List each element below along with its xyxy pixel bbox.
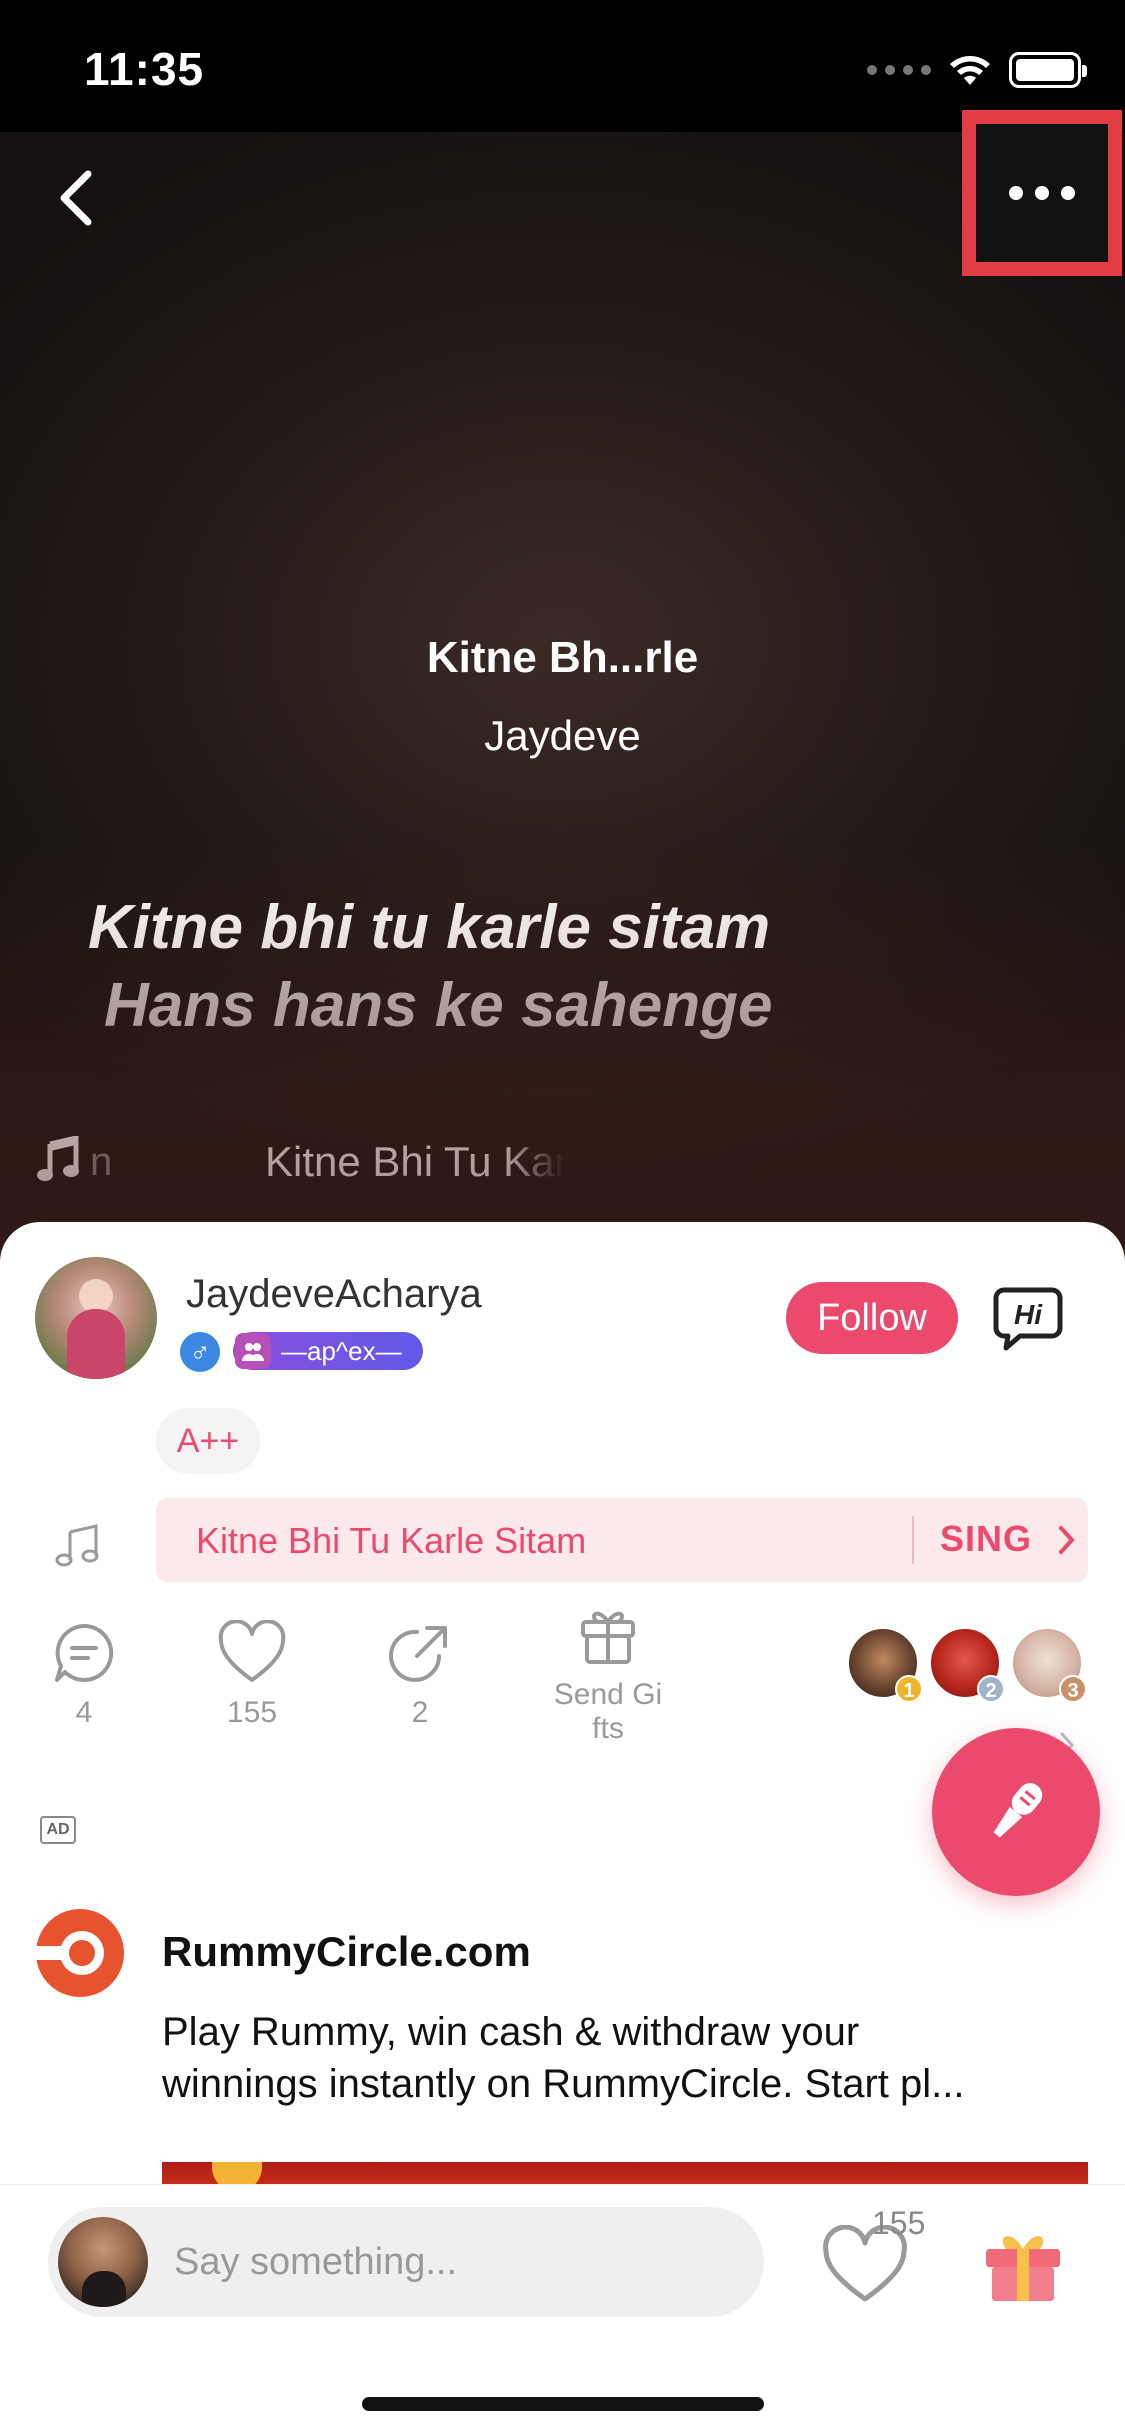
share-icon [389, 1626, 447, 1682]
gender-male-icon: ♂ [180, 1332, 220, 1372]
fan-rank-badge: 2 [977, 1675, 1005, 1703]
scrolling-song-name-tail: n [90, 1140, 113, 1184]
fan-rank-badge: 1 [895, 1675, 923, 1703]
player-area[interactable]: 11:35 Kitne Bh...rle Jaydeve Kitne bhi t… [0, 0, 1125, 1260]
bottom-bar: Say something... 155 [0, 2184, 1125, 2436]
lyric-current-line: Kitne bhi tu karle sitam [88, 893, 771, 962]
rummycircle-logo[interactable] [35, 1908, 125, 1998]
comment-placeholder: Say something... [174, 2241, 458, 2283]
family-name: —ap^ex— [281, 1336, 402, 1366]
ad-text-line: winnings instantly on RummyCircle. Start… [162, 2062, 965, 2106]
song-bar-title: Kitne Bhi Tu Karle Sitam [196, 1520, 587, 1561]
song-title: Kitne Bh...rle [426, 633, 699, 682]
wifi-icon [950, 56, 990, 85]
song-bar-divider [912, 1516, 914, 1564]
send-gifts-action[interactable]: Send Gi fts [548, 1602, 668, 1746]
shares-count: 2 [411, 1696, 429, 1729]
back-icon[interactable] [48, 160, 108, 236]
comments-count: 4 [75, 1696, 93, 1729]
song-sing-bar[interactable]: Kitne Bhi Tu Karle Sitam SING [156, 1498, 1088, 1582]
home-indicator [362, 2397, 764, 2411]
family-group-icon [235, 1333, 271, 1369]
fan-avatar: 3 [1010, 1626, 1087, 1703]
chevron-right-icon [1059, 1526, 1075, 1554]
say-hi-icon[interactable]: Hi [990, 1284, 1066, 1354]
share-action[interactable]: 2 [360, 1620, 480, 1730]
likes-count: 155 [226, 1696, 278, 1729]
family-badge[interactable]: —ap^ex— [233, 1332, 423, 1370]
fan-rank-badge: 3 [1059, 1675, 1087, 1703]
song-note-icon [55, 1524, 99, 1567]
status-bar: 11:35 [0, 0, 1125, 132]
comment-icon [55, 1623, 114, 1682]
more-options-button[interactable] [962, 110, 1122, 276]
sing-mic-button[interactable] [932, 1728, 1100, 1896]
scrolling-song-name: Kitne Bhi Tu Karle Sitam [265, 1138, 565, 1185]
comments-action[interactable]: 4 [24, 1620, 144, 1730]
music-note-icon [37, 1136, 79, 1181]
song-artist: Jaydeve [484, 712, 641, 759]
top-fans[interactable]: 1 2 3 [846, 1626, 1087, 1706]
comment-input[interactable]: Say something... [48, 2207, 764, 2317]
gift-icon [581, 1611, 635, 1664]
ad-description[interactable]: Play Rummy, win cash & withdraw your win… [162, 2006, 1102, 2110]
send-gifts-label: Send Gi fts [553, 1678, 663, 1745]
ad-title[interactable]: RummyCircle.com [162, 1928, 531, 1976]
ad-badge: AD [40, 1816, 76, 1844]
status-time: 11:35 [84, 43, 205, 95]
fan-avatar: 2 [928, 1626, 1005, 1703]
grade-tag: A++ [156, 1408, 260, 1474]
more-icon-dot [1035, 186, 1049, 200]
signal-icon [867, 65, 931, 75]
sing-button[interactable]: SING [940, 1518, 1032, 1560]
battery-icon [1009, 52, 1087, 88]
ad-text-line: Play Rummy, win cash & withdraw your [162, 2010, 860, 2054]
fan-avatar: 1 [846, 1626, 923, 1703]
my-avatar [58, 2217, 148, 2307]
microphone-icon [993, 1783, 1043, 1838]
lyric-next-line: Hans hans ke sahenge [104, 971, 773, 1040]
more-icon-dot [1061, 186, 1075, 200]
singer-avatar[interactable] [35, 1257, 157, 1379]
hi-label: Hi [1014, 1299, 1043, 1330]
gift-icon[interactable] [980, 2225, 1066, 2305]
like-count-badge: 155 [872, 2205, 926, 2241]
heart-icon [218, 1620, 286, 1682]
status-icons [867, 52, 1087, 88]
more-icon-dot [1009, 186, 1023, 200]
singer-username[interactable]: JaydeveAcharya [186, 1272, 482, 1317]
likes-action[interactable]: 155 [192, 1620, 312, 1730]
follow-button[interactable]: Follow [786, 1282, 958, 1354]
